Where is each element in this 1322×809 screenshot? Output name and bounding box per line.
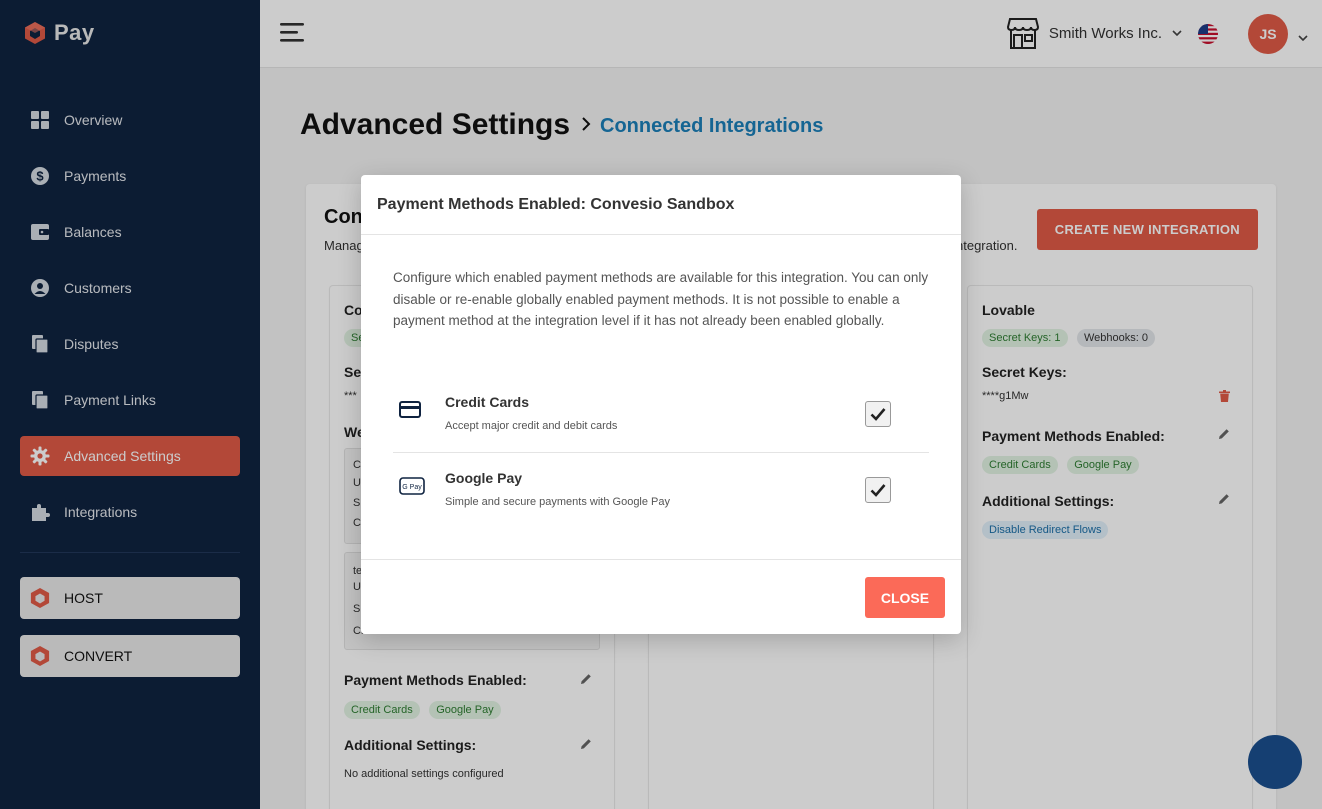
divider [393,452,929,453]
close-button[interactable]: CLOSE [865,577,945,618]
svg-text:G Pay: G Pay [402,484,422,491]
method-subtitle: Simple and secure payments with Google P… [445,496,671,508]
checkmark-icon [870,408,886,421]
divider [361,559,961,560]
method-subtitle: Accept major credit and debit cards [445,420,618,432]
payment-methods-modal: Payment Methods Enabled: Convesio Sandbo… [361,175,961,634]
method-name: Google Pay [445,470,523,486]
checkmark-icon [870,484,886,497]
google-pay-icon: G Pay [399,477,425,500]
modal-description: Configure which enabled payment methods … [393,270,929,328]
chat-launcher-button[interactable] [1248,735,1302,789]
divider [361,234,961,235]
payment-method-row-google-pay: G Pay Google Pay Simple and secure payme… [393,457,929,529]
method-name: Credit Cards [445,394,530,410]
payment-method-row-credit-cards: Credit Cards Accept major credit and deb… [393,381,929,453]
google-pay-checkbox[interactable] [865,477,891,503]
modal-title: Payment Methods Enabled: Convesio Sandbo… [377,196,735,213]
credit-card-icon [399,401,421,423]
credit-cards-checkbox[interactable] [865,401,891,427]
